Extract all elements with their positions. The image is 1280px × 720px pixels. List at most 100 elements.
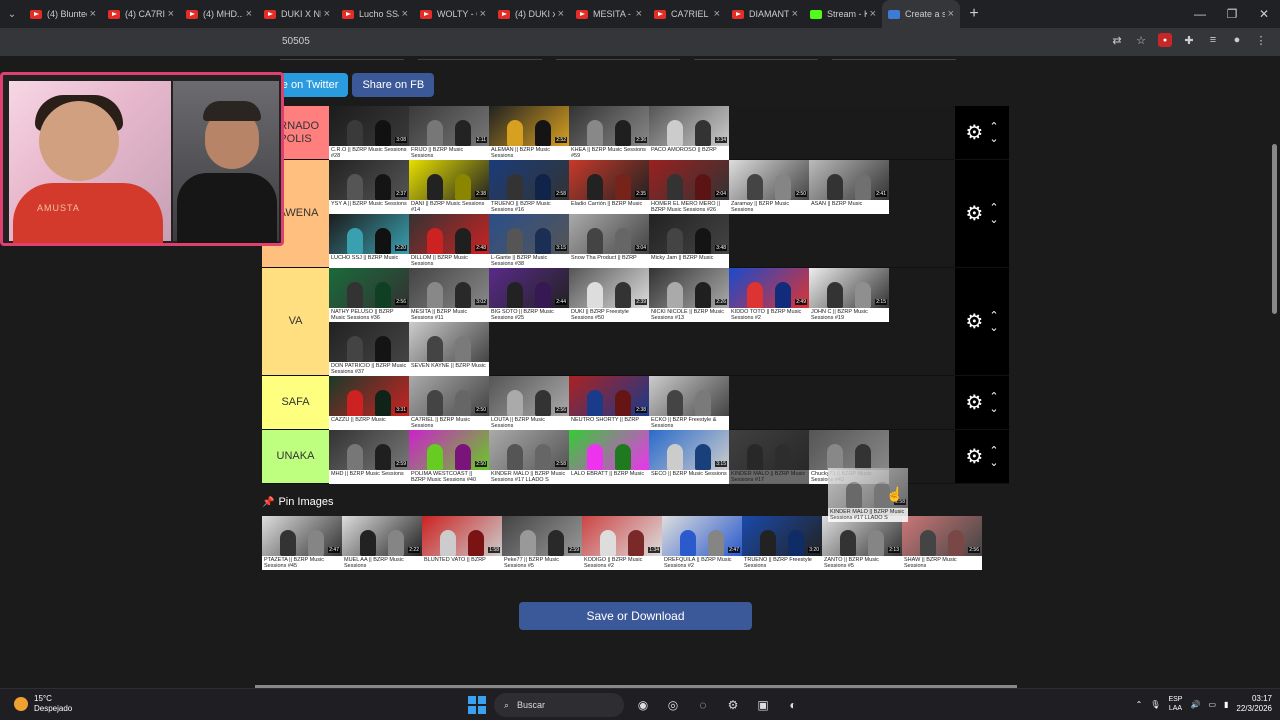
new-tab-button[interactable]: + (960, 5, 988, 23)
move-up-chevron-icon[interactable]: ⌃ (989, 310, 998, 321)
video-thumbnail[interactable]: 2:56 LOUTA || BZRP Music Sessions (489, 376, 569, 430)
video-thumbnail[interactable]: 2:13 ZANTO || BZRP Music Sessions #5 (822, 516, 902, 570)
video-thumbnail[interactable]: 2:41 ASAN || BZRP Music (809, 160, 889, 214)
video-thumbnail[interactable]: 3:08 C.R.O || BZRP Music Sessions #28 (329, 106, 409, 160)
video-thumbnail[interactable]: 2:47 DREFQUILA || BZRP Music Sessions #2 (662, 516, 742, 570)
app-dark-icon[interactable]: ◐ (782, 694, 804, 716)
tab-close-icon[interactable]: × (324, 8, 330, 20)
video-thumbnail[interactable]: 2:59 MHD || BZRP Music Sessions (329, 430, 409, 484)
weather-widget[interactable]: 15°C Despejado (14, 694, 72, 713)
video-thumbnail[interactable]: DON PATRICIO || BZRP Music Sessions #37 (329, 322, 409, 376)
video-thumbnail[interactable]: 2:38 NEUTRO SHORTY || BZRP (569, 376, 649, 430)
url-text[interactable]: 50505 (282, 36, 310, 47)
video-thumbnail[interactable]: 2:11 FRIJO || BZRP Music Sessions (409, 106, 489, 160)
browser-tab[interactable]: (4) CA7RIEL...× (102, 0, 180, 28)
video-thumbnail[interactable]: 3:31 CAZZU || BZRP Music (329, 376, 409, 430)
browser-tab[interactable]: (4) Blunted V...× (24, 0, 102, 28)
browser-tab[interactable]: DIAMANTE× (726, 0, 804, 28)
maximize-button[interactable]: ❐ (1216, 0, 1248, 28)
browser-tab[interactable]: Stream - Kic× (804, 0, 882, 28)
tab-close-icon[interactable]: × (480, 8, 486, 20)
extension-badge-icon[interactable]: ● (1158, 33, 1172, 47)
move-down-chevron-icon[interactable]: ⌄ (989, 457, 998, 468)
video-thumbnail[interactable]: 2:22 MUEL AA || BZRP Music Sessions (342, 516, 422, 570)
tab-close-icon[interactable]: × (792, 8, 798, 20)
tab-close-icon[interactable]: × (870, 8, 876, 20)
volume-icon[interactable]: 🔊 (1190, 700, 1200, 709)
video-thumbnail[interactable]: 2:47 PTAZETA || BZRP Music Sessions #45 (262, 516, 342, 570)
move-up-chevron-icon[interactable]: ⌃ (989, 121, 998, 132)
move-down-chevron-icon[interactable]: ⌄ (989, 214, 998, 225)
video-thumbnail[interactable]: 3:20 TRUENO || BZRP Freestyle Sessions (742, 516, 822, 570)
video-thumbnail[interactable]: 3:48 Micky Jam || BZRP Music (649, 214, 729, 268)
video-thumbnail[interactable]: 2:38 DANI || BZRP Music Sessions #14 (409, 160, 489, 214)
tab-close-icon[interactable]: × (558, 8, 564, 20)
video-thumbnail[interactable]: 3:15 L-Gante || BZRP Music Sessions #38 (489, 214, 569, 268)
video-thumbnail[interactable]: 2:58 TRUENO || BZRP Music Sessions #16 (489, 160, 569, 214)
video-thumbnail[interactable]: 2:37 YSY A || BZRP Music Sessions (329, 160, 409, 214)
language-indicator[interactable]: ESP LAA (1168, 695, 1182, 713)
share-facebook-button[interactable]: Share on FB (352, 73, 435, 97)
tier-label[interactable]: SAFA (262, 376, 329, 429)
tab-close-icon[interactable]: × (948, 8, 954, 20)
video-thumbnail[interactable]: 2:49 KIDDO TOTO || BZRP Music Sessions #2 (729, 268, 809, 322)
video-thumbnail[interactable]: 2:39 DUKI || BZRP Freestyle Sessions #50 (569, 268, 649, 322)
browser-menu-icon[interactable]: ⋮ (1254, 33, 1268, 47)
video-thumbnail[interactable]: 2:58 KINDER MALO || BZRP Music Sessions #… (489, 430, 569, 484)
move-down-chevron-icon[interactable]: ⌄ (989, 133, 998, 144)
video-thumbnail[interactable]: 2:56 SHAW || BZRP Music Sessions (902, 516, 982, 570)
video-thumbnail[interactable]: 2:50 POLIMA WESTCOAST || BZRP Music Sessi… (409, 430, 489, 484)
move-up-chevron-icon[interactable]: ⌃ (989, 391, 998, 402)
tier-label[interactable]: VA (262, 268, 329, 375)
tab-close-icon[interactable]: × (714, 8, 720, 20)
video-thumbnail[interactable]: 2:26 NICKI NICOLE || BZRP Music Sessions … (649, 268, 729, 322)
video-thumbnail[interactable]: 2:56 NATHY PELUSO || BZRP Music Sessions … (329, 268, 409, 322)
tier-settings-gear-icon[interactable]: ⚙ (965, 309, 983, 334)
video-thumbnail[interactable]: 2:59 Peke77 || BZRP Music Sessions #5 (502, 516, 582, 570)
tab-close-icon[interactable]: × (246, 8, 252, 20)
browser-tab[interactable]: Create a se× (882, 0, 960, 28)
move-up-chevron-icon[interactable]: ⌃ (989, 445, 998, 456)
chrome-icon[interactable]: ◎ (662, 694, 684, 716)
tab-close-icon[interactable]: × (636, 8, 642, 20)
video-thumbnail[interactable]: 2:52 ALEMÁN || BZRP Music Sessions (489, 106, 569, 160)
video-thumbnail[interactable]: 2:50 Zaramay || BZRP Music Sessions (729, 160, 809, 214)
network-icon[interactable]: ▭ (1208, 700, 1216, 709)
translate-icon[interactable]: ⇄ (1110, 33, 1124, 47)
battery-icon[interactable]: ▮ (1224, 700, 1228, 709)
taskbar-search[interactable]: ⌕ Buscar (494, 693, 624, 717)
microphone-icon[interactable]: 🎙 (1150, 700, 1160, 709)
settings-gear-icon[interactable]: ⚙ (722, 694, 744, 716)
extensions-puzzle-icon[interactable]: ✚ (1182, 33, 1196, 47)
tab-close-icon[interactable]: × (402, 8, 408, 20)
minimize-button[interactable]: — (1184, 0, 1216, 28)
media-control-icon[interactable]: ≡ (1206, 33, 1220, 47)
tier-settings-gear-icon[interactable]: ⚙ (965, 444, 983, 469)
video-thumbnail[interactable]: 1:58 BLUNTED VATO || BZRP (422, 516, 502, 570)
tab-search-button[interactable]: ⌄ (0, 0, 24, 28)
tab-close-icon[interactable]: × (168, 8, 174, 20)
video-thumbnail[interactable]: 3:02 MESITA || BZRP Music Sessions #11 (409, 268, 489, 322)
browser-tab[interactable]: Lucho SSJ - I× (336, 0, 414, 28)
vertical-scrollbar[interactable] (1272, 64, 1277, 314)
video-thumbnail[interactable]: ECKO || BZRP Freestyle & Sessions (649, 376, 729, 430)
browser-tab[interactable]: MESITA - NC× (570, 0, 648, 28)
browser-tab[interactable]: (4) MHD... × (180, 0, 258, 28)
video-thumbnail[interactable]: 2:35 Eladio Carrión || BZRP Music (569, 160, 649, 214)
tier-label[interactable]: UNAKA (262, 430, 329, 483)
obs-icon[interactable]: ◌ (692, 694, 714, 716)
video-thumbnail[interactable]: 2:20 LUCHO SSJ || BZRP Music (329, 214, 409, 268)
video-thumbnail[interactable]: 2:48 DILLOM || BZRP Music Sessions (409, 214, 489, 268)
tier-settings-gear-icon[interactable]: ⚙ (965, 120, 983, 145)
tier-settings-gear-icon[interactable]: ⚙ (965, 390, 983, 415)
windows-start-icon[interactable] (468, 696, 486, 714)
video-thumbnail[interactable]: 2:36 KHEA || BZRP Music Sessions #59 (569, 106, 649, 160)
video-thumbnail[interactable]: SEVEN KAYNE || BZRP Music (409, 322, 489, 376)
profile-avatar-icon[interactable]: ● (1230, 33, 1244, 47)
save-download-button[interactable]: Save or Download (519, 602, 752, 630)
video-thumbnail[interactable]: 2:04 HOMER EL MERO MERO || BZRP Music Ses… (649, 160, 729, 214)
tab-close-icon[interactable]: × (90, 8, 96, 20)
video-thumbnail[interactable]: KINDER MALO || BZRP Music Sessions #17 (729, 430, 809, 484)
clock[interactable]: 03:17 22/3/2026 (1236, 694, 1272, 715)
browser-tab[interactable]: DUKI X NEO× (258, 0, 336, 28)
